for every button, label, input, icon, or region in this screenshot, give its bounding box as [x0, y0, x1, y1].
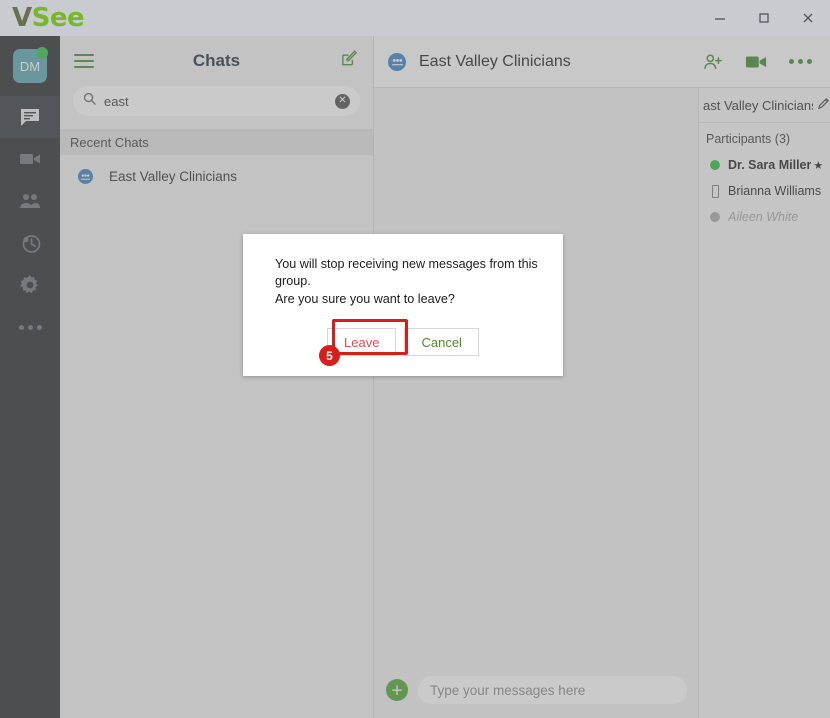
- cancel-button[interactable]: Cancel: [404, 328, 479, 357]
- vsee-logo: VSee: [12, 3, 85, 33]
- dialog-message-line-1: You will stop receiving new messages fro…: [275, 257, 538, 289]
- dialog-message-line-2: Are you sure you want to leave?: [275, 291, 455, 306]
- logo-letters-see: See: [31, 3, 85, 33]
- dialog-button-row: Leave Cancel: [261, 328, 545, 357]
- logo-letter-v: V: [12, 3, 32, 33]
- vsee-application-window: VSee DM Chats east ✕ Recent Chats East V…: [0, 0, 830, 718]
- title-bar: VSee: [0, 0, 830, 36]
- annotation-step-badge: 5: [319, 345, 340, 366]
- minimize-button[interactable]: [698, 0, 742, 36]
- window-controls: [698, 0, 830, 36]
- close-button[interactable]: [786, 0, 830, 36]
- leave-group-confirmation-dialog: You will stop receiving new messages fro…: [243, 234, 563, 377]
- maximize-button[interactable]: [742, 0, 786, 36]
- modal-overlay: [0, 36, 830, 718]
